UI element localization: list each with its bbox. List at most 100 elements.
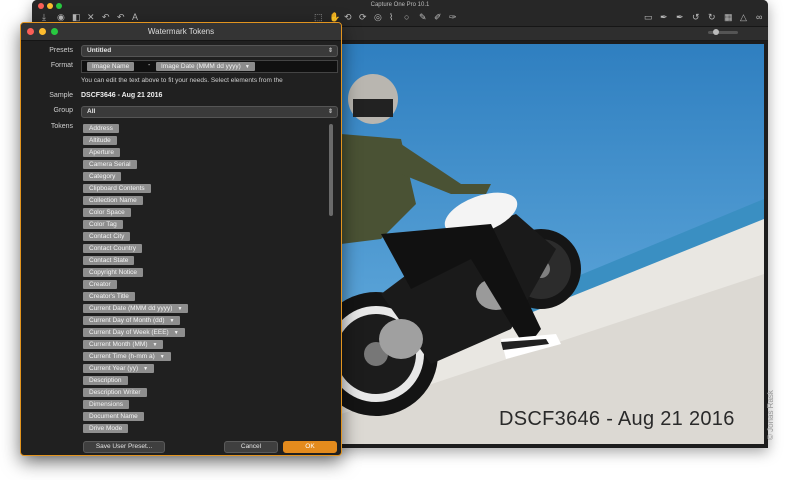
token-label: Address [89,125,113,132]
token-item[interactable]: Dimensions [83,400,129,409]
chevron-down-icon[interactable]: ▼ [174,330,179,336]
cursor-tool-icon[interactable]: ✎ [419,11,427,23]
watermark-tokens-dialog: Watermark Tokens Presets Untitled ⇕ Form… [20,22,342,456]
chevron-down-icon: ▼ [244,64,250,70]
token-label: Category [89,173,116,180]
token-item[interactable]: Description [83,376,128,385]
token-item[interactable]: Clipboard Contents [83,184,151,193]
dialog-title: Watermark Tokens [21,23,341,41]
app-title: Capture One Pro 10.1 [370,2,430,8]
token-label: Clipboard Contents [89,185,145,192]
token-label: Creator [89,281,111,288]
group-select[interactable]: All ⇕ [81,106,338,118]
sample-value: DSCF3646 - Aug 21 2016 [81,92,163,99]
right-tool-icon[interactable]: ✒ [660,11,668,23]
tokens-scrollbar[interactable] [329,124,333,436]
format-token-image-date-label: Image Date (MMM dd yyyy) [161,63,241,70]
right-tool-icon[interactable]: ∞ [756,11,762,23]
token-item[interactable]: Aperture [83,148,120,157]
cursor-tool-icon[interactable]: ⟳ [359,11,367,23]
token-label: Creator's Title [89,293,129,300]
right-tool-icon[interactable]: ▭ [644,11,653,23]
presets-value: Untitled [87,47,112,54]
tokens-scrollbar-thumb[interactable] [329,124,333,216]
photo-credit: © Jonas Rask [766,390,775,440]
ok-button[interactable]: OK [283,441,337,453]
watermark-preview-text: DSCF3646 - Aug 21 2016 [499,408,735,430]
cursor-tool-icon[interactable]: ⟲ [344,11,352,23]
token-item[interactable]: Copyright Notice [83,268,144,277]
token-item[interactable]: Document Name [83,412,144,421]
right-tool-icon[interactable]: ↺ [692,11,700,23]
token-item[interactable]: Creator [83,280,117,289]
token-label: Current Date (MMM dd yyyy) [89,305,173,312]
token-item[interactable]: Current Time (h-mm a) ▼ [83,352,171,361]
token-item[interactable]: Color Tag [83,220,123,229]
chevron-down-icon[interactable]: ▼ [153,342,158,348]
token-label: Camera Serial [89,161,131,168]
format-label: Format [50,62,73,69]
chevron-down-icon[interactable]: ▼ [170,318,175,324]
sample-label: Sample [49,92,73,99]
token-item[interactable]: Current Day of Week (EEE) ▼ [83,328,185,337]
presets-select[interactable]: Untitled ⇕ [81,45,338,57]
cursor-tool-icon[interactable]: ✐ [434,11,442,23]
chevron-down-icon[interactable]: ▼ [143,366,148,372]
token-label: Drive Mode [89,425,123,432]
token-item[interactable]: Current Date (MMM dd yyyy) ▼ [83,304,189,313]
token-label: Description [89,377,122,384]
token-label: Contact Country [89,245,136,252]
tokens-label: Tokens [50,123,73,130]
right-tool-icon[interactable]: ▦ [724,11,733,23]
token-item[interactable]: Altitude [83,136,117,145]
token-item[interactable]: Description Writer [83,388,147,397]
cursor-tool-icon[interactable]: ○ [404,11,409,23]
select-arrows-icon: ⇕ [327,109,333,115]
token-label: Altitude [89,137,111,144]
token-label: Document Name [89,413,138,420]
token-label: Current Day of Week (EEE) [89,329,169,336]
photo: DSCF3646 - Aug 21 2016 [341,44,764,444]
token-item[interactable]: Category [83,172,122,181]
chevron-down-icon[interactable]: ▼ [160,354,165,360]
motorcycle-photo [341,44,764,444]
right-tool-icon[interactable]: ✒ [676,11,684,23]
format-field[interactable]: Image Name - Image Date (MMM dd yyyy) ▼ [81,60,338,73]
token-label: Aperture [89,149,114,156]
token-item[interactable]: Creator's Title [83,292,135,301]
token-label: Current Time (h-mm a) [89,353,155,360]
dialog-zoom-button[interactable] [51,28,58,35]
token-label: Dimensions [89,401,123,408]
cancel-button[interactable]: Cancel [224,441,278,453]
token-item[interactable]: Contact Country [83,244,142,253]
save-user-preset-button[interactable]: Save User Preset... [83,441,165,453]
presets-label: Presets [49,47,73,54]
token-item[interactable]: Contact City [83,232,131,241]
dialog-minimize-button[interactable] [39,28,46,35]
cursor-tool-icon[interactable]: ✑ [449,11,457,23]
format-token-image-name[interactable]: Image Name [87,62,135,71]
dialog-close-button[interactable] [27,28,34,35]
token-label: Color Space [89,209,125,216]
cursor-tool-icon[interactable]: ⌇ [389,11,393,23]
token-item[interactable]: Color Space [83,208,131,217]
chevron-down-icon[interactable]: ▼ [177,306,182,312]
token-label: Current Day of Month (dd) [89,317,165,324]
token-item[interactable]: Current Year (yy) ▼ [83,364,155,373]
zoom-slider-knob[interactable] [713,29,719,35]
token-label: Contact City [89,233,125,240]
format-help-text: You can edit the text above to fit your … [81,77,283,84]
format-token-image-date[interactable]: Image Date (MMM dd yyyy) ▼ [156,62,255,71]
token-item[interactable]: Camera Serial [83,160,137,169]
right-tool-icon[interactable]: ↻ [708,11,716,23]
token-item[interactable]: Contact State [83,256,135,265]
token-item[interactable]: Current Month (MM) ▼ [83,340,164,349]
right-tool-icon[interactable]: △ [740,11,747,23]
token-item[interactable]: Collection Name [83,196,143,205]
token-label: Contact State [89,257,129,264]
token-item[interactable]: Drive Mode [83,424,129,433]
token-item[interactable]: Address [83,124,119,133]
cursor-tool-icon[interactable]: ◎ [374,11,382,23]
token-item[interactable]: Current Day of Month (dd) ▼ [83,316,181,325]
group-value: All [87,108,96,115]
